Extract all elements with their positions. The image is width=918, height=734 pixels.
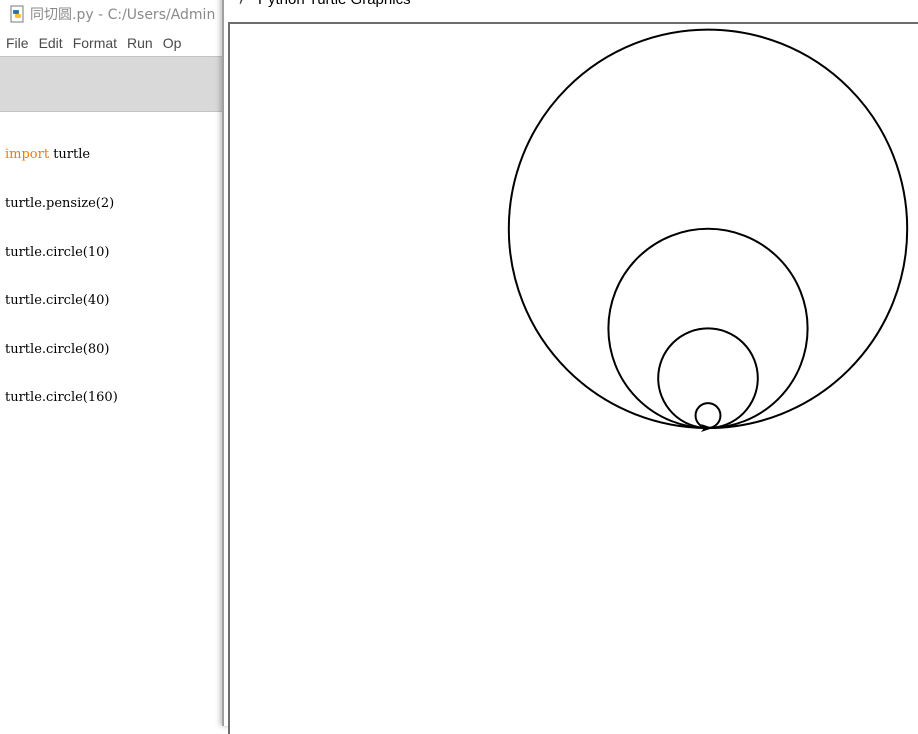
code-text: turtle bbox=[49, 147, 91, 163]
menu-edit[interactable]: Edit bbox=[34, 35, 68, 51]
idle-titlebar[interactable]: 同切圆.py - C:/Users/Admin bbox=[0, 0, 228, 28]
turtle-canvas-frame bbox=[228, 22, 918, 734]
turtle-window-title: Python Turtle Graphics bbox=[258, 0, 411, 8]
menu-run[interactable]: Run bbox=[122, 35, 158, 51]
code-text: turtle.circle(10) bbox=[5, 244, 110, 260]
turtle-graphics-window: Python Turtle Graphics bbox=[222, 0, 918, 734]
python-file-icon bbox=[10, 5, 24, 23]
menu-file[interactable]: File bbox=[0, 35, 34, 51]
turtle-circle-r10 bbox=[694, 402, 722, 429]
code-line: turtle.circle(160) bbox=[5, 390, 225, 406]
code-editor[interactable]: import turtle turtle.pensize(2) turtle.c… bbox=[5, 115, 225, 439]
turtle-canvas[interactable] bbox=[230, 24, 918, 730]
code-line: turtle.circle(40) bbox=[5, 293, 225, 309]
code-keyword: import bbox=[5, 147, 50, 163]
idle-menubar: File Edit Format Run Op bbox=[0, 30, 228, 56]
turtle-circle-r40 bbox=[657, 327, 759, 430]
code-line: turtle.pensize(2) bbox=[5, 196, 225, 212]
code-text: turtle.circle(160) bbox=[5, 390, 118, 406]
code-text: turtle.pensize(2) bbox=[5, 196, 115, 212]
menu-format[interactable]: Format bbox=[68, 35, 122, 51]
code-line: import turtle bbox=[5, 147, 225, 163]
idle-toolbar-area bbox=[0, 56, 228, 112]
idle-window-title: 同切圆.py - C:/Users/Admin bbox=[30, 7, 216, 23]
code-line: turtle.circle(80) bbox=[5, 342, 225, 358]
idle-editor-window: 同切圆.py - C:/Users/Admin File Edit Format… bbox=[0, 0, 228, 719]
code-line: turtle.circle(10) bbox=[5, 245, 225, 261]
turtle-titlebar[interactable]: Python Turtle Graphics bbox=[224, 0, 918, 8]
menu-options[interactable]: Op bbox=[158, 35, 187, 51]
code-text: turtle.circle(80) bbox=[5, 341, 110, 357]
code-text: turtle.circle(40) bbox=[5, 293, 110, 309]
feather-icon bbox=[239, 0, 243, 5]
